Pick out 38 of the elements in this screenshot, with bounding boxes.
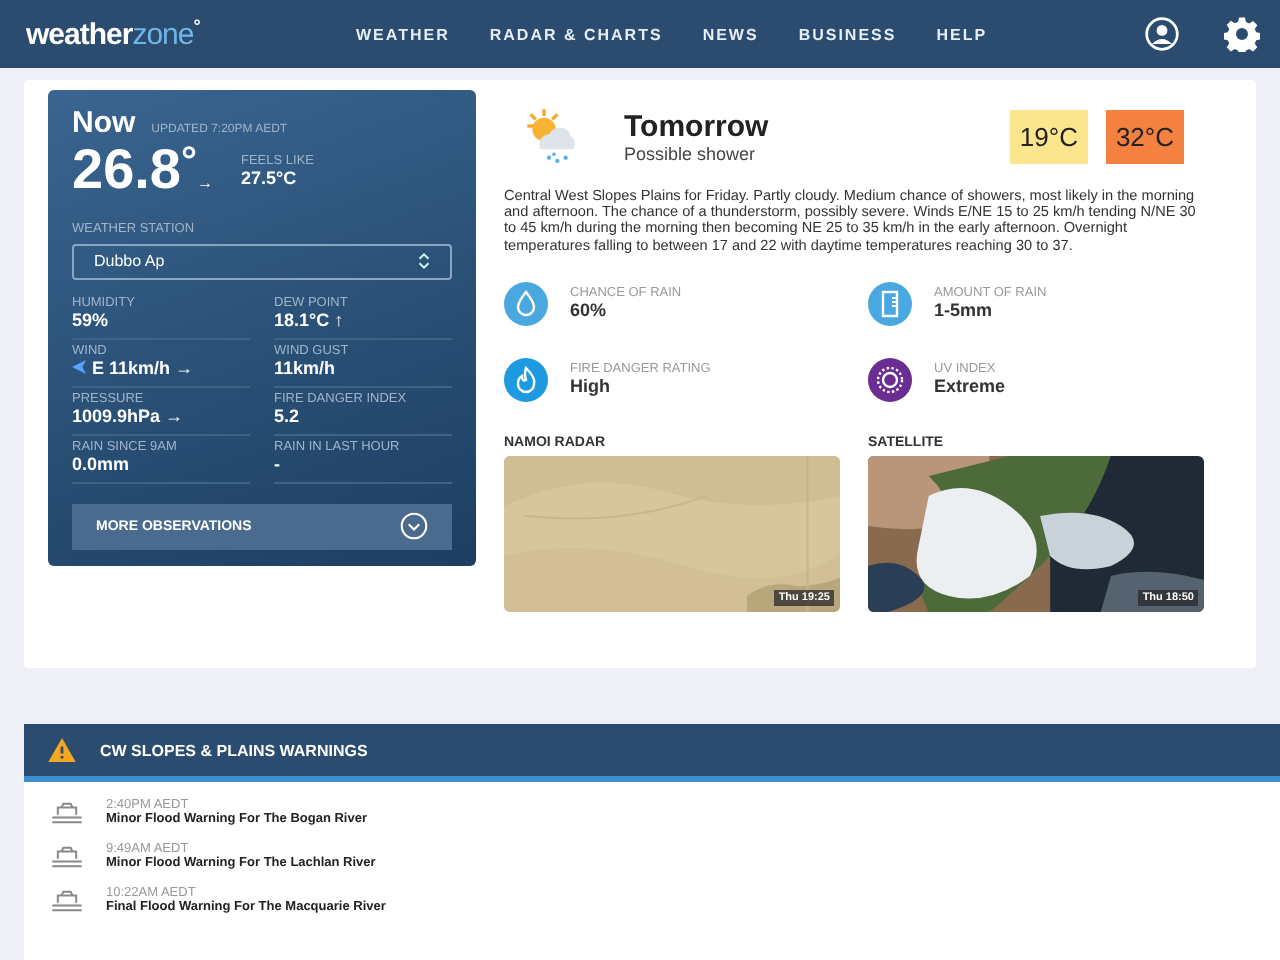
flood-icon [52,889,82,911]
forecast-summary: Possible shower [624,143,758,163]
min-temperature: 19°C [1009,109,1088,163]
observation-value: E 11km/h → [92,357,194,378]
max-temperature: 32°C [1105,109,1184,163]
stat-value: High [570,376,612,397]
nav-link[interactable]: HELP [936,25,988,43]
forecast-day: Tomorrow [624,109,769,143]
stat-value: 1-5mm [934,300,995,321]
observation-value: 0.0mm [72,453,130,474]
warnings-title: CW SLOPES & PLAINS WARNINGS [100,741,368,759]
stat-value: Extreme [934,376,1006,397]
trend-arrow: → [197,174,213,192]
now-title: Now [72,106,136,140]
flood-icon [52,845,82,867]
settings-icon[interactable] [1224,16,1260,52]
nav-link[interactable]: RADAR & CHARTS [489,25,663,43]
observation-value: - [274,453,280,474]
nav-link[interactable]: NEWS [702,25,759,43]
chevron-down-icon [400,512,428,541]
stat-value: 60% [570,300,609,321]
station-select[interactable]: Dubbo Ap [72,244,452,280]
degree-symbol: ° [181,142,197,182]
feels-like-value: 27.5°C [241,168,299,188]
current-temperature: 26.8 [72,142,181,198]
observation-value: 59% [72,309,109,330]
observation-value: 5.2 [274,405,300,426]
observation-value: 11km/h [274,357,336,378]
chevron-updown-icon [418,252,430,271]
weatherzone-logo[interactable]: weatherzone$^{°}$ [26,16,326,52]
nav-link[interactable]: WEATHER [356,25,450,43]
observation-value: 1009.9hPa → [72,405,184,426]
observation-value: 18.1°C ↑ [274,309,344,330]
account-icon[interactable] [1144,16,1180,52]
flood-icon [52,801,82,823]
warning-icon [48,738,76,762]
nav-link[interactable]: BUSINESS [798,25,897,43]
wind-direction-icon [72,360,86,375]
